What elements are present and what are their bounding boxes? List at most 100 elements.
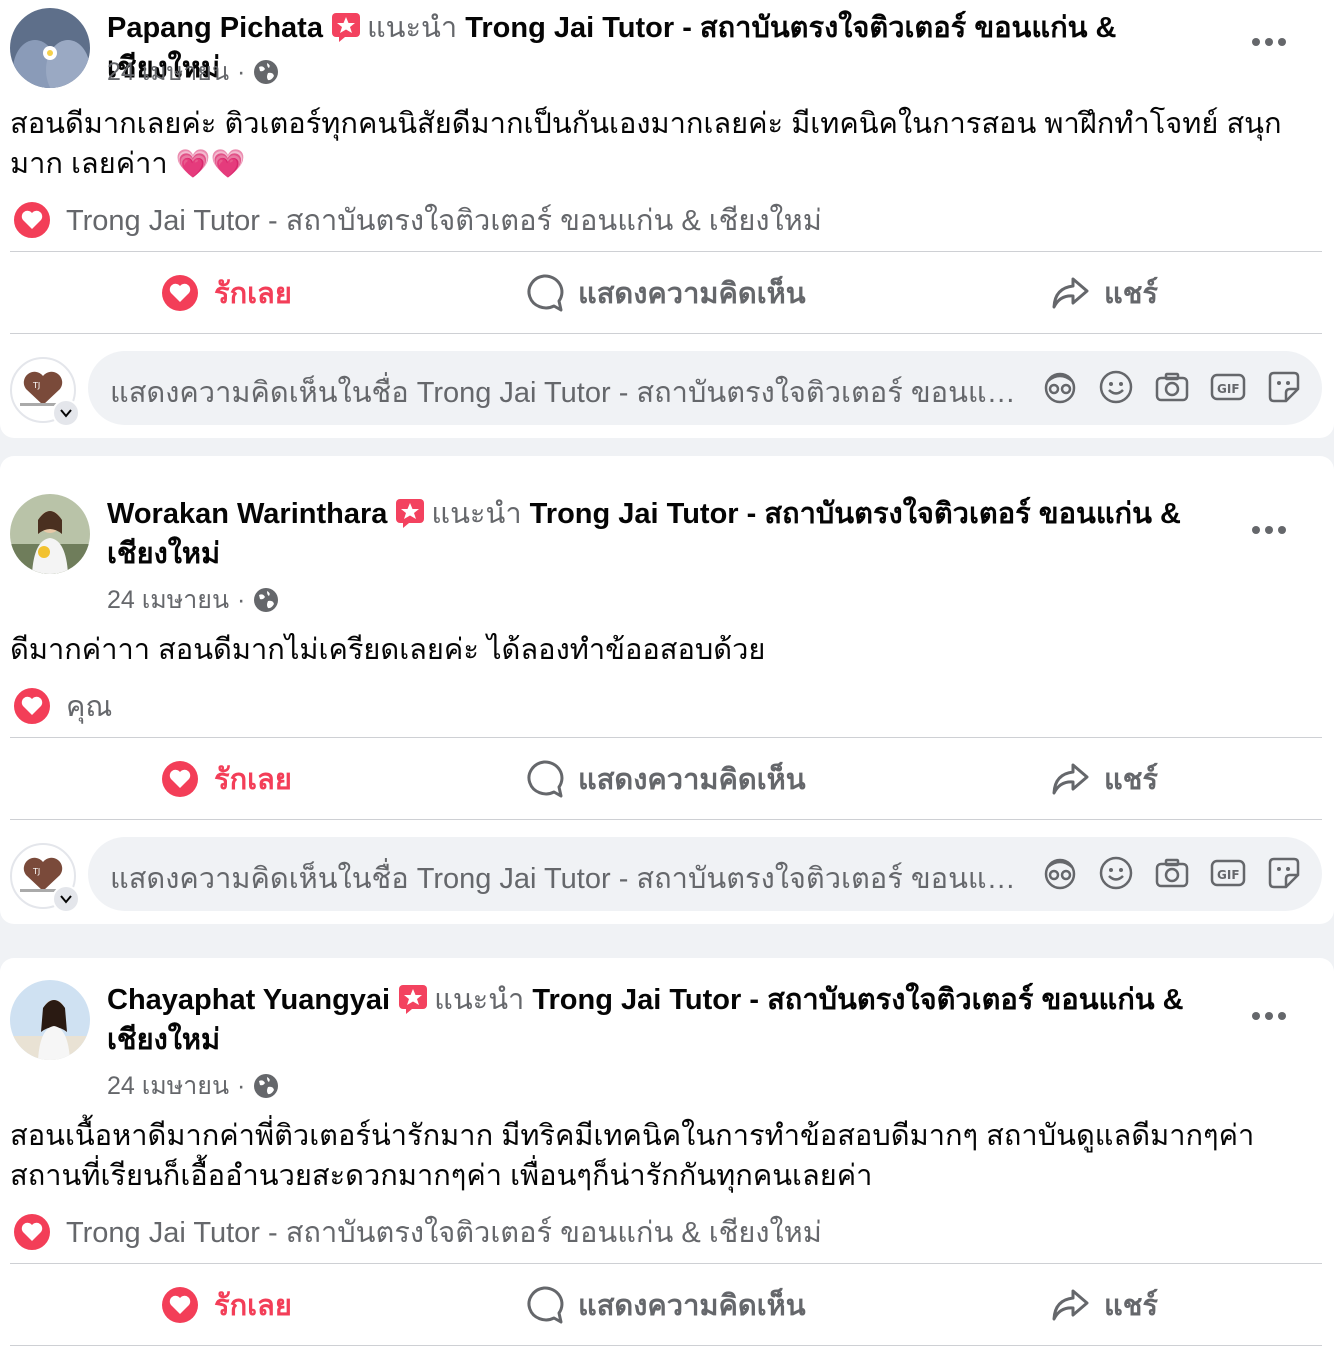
comment-icon (527, 274, 564, 312)
action-bar: รักเลย แสดงความคิดเห็น แชร์ (10, 1265, 1322, 1345)
post-card: Worakan Warinthara แนะนำ Trong Jai Tutor … (0, 456, 1334, 924)
camera-icon[interactable] (1154, 855, 1190, 891)
post-header: Worakan Warinthara แนะนำ Trong Jai Tutor … (107, 494, 1217, 574)
love-button[interactable]: รักเลย (160, 1265, 292, 1345)
comment-icon (527, 760, 564, 798)
globe-icon (254, 588, 279, 612)
post-text: สอนเนื้อหาดีมากค่าพี่ติวเตอร์น่ารักมาก ม… (10, 1120, 1255, 1192)
love-reaction-icon (12, 686, 52, 726)
comment-input[interactable]: แสดงความคิดเห็นในชื่อ Trong Jai Tutor - … (88, 351, 1322, 425)
share-label: แชร์ (1104, 764, 1158, 796)
svg-text:TJ: TJ (32, 381, 40, 390)
comment-button[interactable]: แสดงความคิดเห็น (524, 1265, 806, 1345)
post-text: ดีมากค่าาา สอนดีมากไม่เครียดเลยค่ะ ได้ลอ… (10, 634, 766, 666)
author-name[interactable]: Worakan Warinthara (107, 498, 387, 530)
author-avatar[interactable] (10, 980, 90, 1060)
globe-icon (254, 1074, 279, 1098)
comment-icon (527, 1286, 564, 1324)
recommends-label: แนะนำ (366, 12, 458, 44)
love-label: รักเลย (214, 764, 292, 796)
reactor-name: คุณ (66, 691, 113, 723)
love-icon (162, 761, 198, 797)
comment-placeholder: แสดงความคิดเห็นในชื่อ Trong Jai Tutor - … (110, 377, 1020, 409)
reaction-summary[interactable]: คุณ (12, 683, 112, 729)
sticker-icon[interactable] (1266, 369, 1302, 405)
comment-composer: TJ แสดงความคิดเห็นในชื่อ Trong Jai Tutor… (10, 837, 1322, 913)
divider (10, 1263, 1322, 1264)
gif-icon[interactable]: GIF (1210, 369, 1246, 405)
action-bar: รักเลย แสดงความคิดเห็น แชร์ (10, 253, 1322, 333)
avatar-sticker-icon[interactable] (1042, 855, 1078, 891)
avatar-sticker-icon[interactable] (1042, 369, 1078, 405)
more-options-icon[interactable] (1252, 1012, 1286, 1022)
globe-icon (254, 60, 279, 84)
share-icon (1052, 1289, 1089, 1321)
post-body: ดีมากค่าาา สอนดีมากไม่เครียดเลยค่ะ ได้ลอ… (10, 630, 1326, 670)
post-meta: 24 เมษายน · (107, 580, 279, 620)
post-meta: 24 เมษายน · (107, 52, 279, 92)
comment-button[interactable]: แสดงความคิดเห็น (524, 253, 806, 333)
heart-emoji: 💗💗 (175, 148, 246, 179)
author-name[interactable]: Chayaphat Yuangyai (107, 984, 390, 1016)
love-button[interactable]: รักเลย (160, 253, 292, 333)
sticker-icon[interactable] (1266, 855, 1302, 891)
post-date[interactable]: 24 เมษายน (107, 1066, 229, 1106)
comment-button[interactable]: แสดงความคิดเห็น (524, 739, 806, 819)
share-label: แชร์ (1104, 1290, 1158, 1322)
gif-icon[interactable]: GIF (1210, 855, 1246, 891)
chevron-down-icon[interactable] (52, 399, 80, 427)
author-avatar[interactable] (10, 8, 90, 88)
share-button[interactable]: แชร์ (1050, 739, 1158, 819)
camera-icon[interactable] (1154, 369, 1190, 405)
svg-text:GIF: GIF (1217, 382, 1240, 396)
divider (10, 251, 1322, 252)
divider (10, 1345, 1322, 1346)
svg-text:TJ: TJ (32, 867, 40, 876)
emoji-icon[interactable] (1098, 369, 1134, 405)
divider (10, 333, 1322, 334)
comment-label: แสดงความคิดเห็น (578, 278, 806, 310)
love-label: รักเลย (214, 1290, 292, 1322)
post-header: Chayaphat Yuangyai แนะนำ Trong Jai Tutor … (107, 980, 1217, 1060)
share-button[interactable]: แชร์ (1050, 253, 1158, 333)
love-label: รักเลย (214, 278, 292, 310)
action-bar: รักเลย แสดงความคิดเห็น แชร์ (10, 739, 1322, 819)
post-body: สอนเนื้อหาดีมากค่าพี่ติวเตอร์น่ารักมาก ม… (10, 1116, 1326, 1196)
comment-composer: TJ แสดงความคิดเห็นในชื่อ Trong Jai Tutor… (10, 351, 1322, 427)
comment-placeholder: แสดงความคิดเห็นในชื่อ Trong Jai Tutor - … (110, 863, 1020, 895)
author-avatar[interactable] (10, 494, 90, 574)
post-date[interactable]: 24 เมษายน (107, 52, 229, 92)
chevron-down-icon[interactable] (52, 885, 80, 913)
post-card: Papang Pichata แนะนำ Trong Jai Tutor - สถ… (0, 0, 1334, 438)
love-button[interactable]: รักเลย (160, 739, 292, 819)
meta-separator: · (237, 585, 246, 614)
post-card: Chayaphat Yuangyai แนะนำ Trong Jai Tutor … (0, 958, 1334, 1356)
more-options-icon[interactable] (1252, 526, 1286, 536)
composer-icons: GIF (1042, 855, 1302, 891)
recommend-badge-icon (398, 984, 428, 1014)
meta-separator: · (237, 1071, 246, 1100)
recommend-badge-icon (395, 498, 425, 528)
divider (10, 819, 1322, 820)
reactor-name: Trong Jai Tutor - สถาบันตรงใจติวเตอร์ ขอ… (66, 205, 822, 237)
reaction-summary[interactable]: Trong Jai Tutor - สถาบันตรงใจติวเตอร์ ขอ… (12, 197, 822, 243)
post-meta: 24 เมษายน · (107, 1066, 279, 1106)
recommends-label: แนะนำ (434, 984, 525, 1016)
svg-text:GIF: GIF (1217, 868, 1240, 882)
post-date[interactable]: 24 เมษายน (107, 580, 229, 620)
comment-input[interactable]: แสดงความคิดเห็นในชื่อ Trong Jai Tutor - … (88, 837, 1322, 911)
share-button[interactable]: แชร์ (1050, 1265, 1158, 1345)
composer-icons: GIF (1042, 369, 1302, 405)
share-label: แชร์ (1104, 278, 1158, 310)
recommends-label: แนะนำ (431, 498, 522, 530)
author-name[interactable]: Papang Pichata (107, 12, 323, 44)
love-reaction-icon (12, 1212, 52, 1252)
recommend-badge-icon (331, 12, 361, 42)
comment-label: แสดงความคิดเห็น (578, 764, 806, 796)
love-reaction-icon (12, 200, 52, 240)
emoji-icon[interactable] (1098, 855, 1134, 891)
comment-label: แสดงความคิดเห็น (578, 1290, 806, 1322)
love-icon (162, 275, 198, 311)
more-options-icon[interactable] (1252, 38, 1286, 48)
reaction-summary[interactable]: Trong Jai Tutor - สถาบันตรงใจติวเตอร์ ขอ… (12, 1209, 822, 1255)
